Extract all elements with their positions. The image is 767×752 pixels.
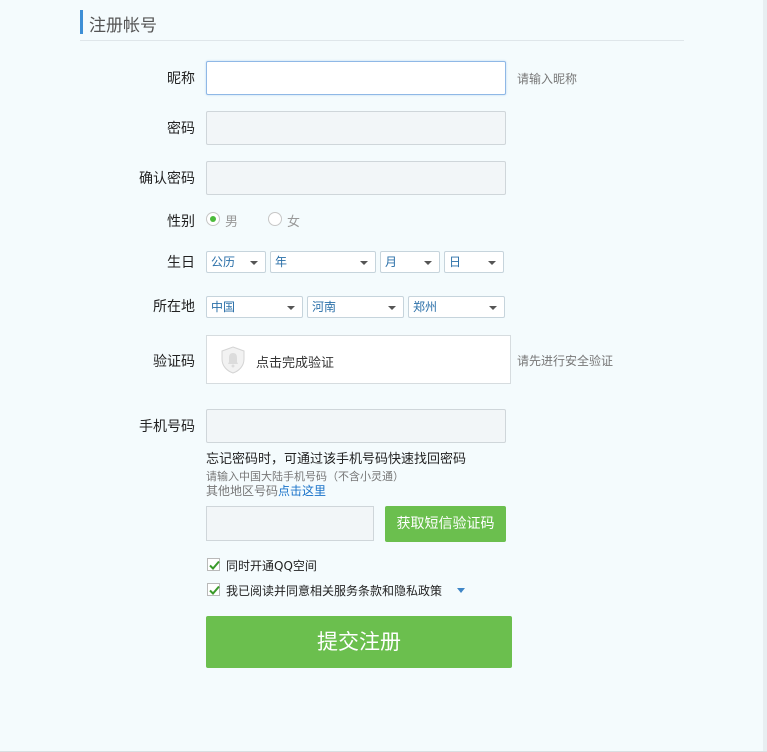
birthday-label: 生日 [167,255,195,271]
month-select[interactable]: 月 [380,251,440,273]
confirm-password-input[interactable] [206,161,506,195]
confirm-password-label: 确认密码 [139,171,195,187]
calendar-select[interactable]: 公历 [206,251,266,273]
year-select[interactable]: 年 [270,251,376,273]
location-label: 所在地 [153,299,195,315]
other-region-notice: 其他地区号码点击这里 [206,482,326,499]
agree-terms-checkbox[interactable] [207,583,220,596]
open-qzone-label[interactable]: 同时开通QQ空间 [226,557,317,574]
shield-icon [220,346,246,378]
submit-register-button[interactable]: 提交注册 [206,616,512,668]
country-select-value: 中国 [211,300,236,314]
nickname-input[interactable] [206,61,506,95]
province-select[interactable]: 河南 [307,296,404,318]
phone-label: 手机号码 [139,419,195,435]
phone-notice: 忘记密码时，可通过该手机号码快速找回密码 [206,452,467,467]
captcha-hint: 请先进行安全验证 [517,354,614,368]
city-select[interactable]: 郑州 [408,296,505,318]
captcha-label: 验证码 [153,354,195,370]
day-select-value: 日 [449,255,462,269]
nickname-label: 昵称 [167,71,195,87]
month-select-value: 月 [385,255,398,269]
day-select[interactable]: 日 [444,251,504,273]
chevron-down-icon [388,306,396,310]
gender-female-label[interactable]: 女 [287,211,300,230]
gender-female-radio[interactable] [268,212,282,226]
open-qzone-checkbox[interactable] [207,558,220,571]
gender-male-label[interactable]: 男 [225,211,238,230]
checkmark-icon [209,560,220,570]
password-label: 密码 [167,121,195,137]
checkmark-icon [209,585,220,595]
sms-code-input[interactable] [206,506,374,541]
password-input[interactable] [206,111,506,145]
captcha-verify-button[interactable]: 点击完成验证 [206,335,511,384]
get-sms-code-button[interactable]: 获取短信验证码 [385,506,506,542]
chevron-down-icon [489,306,497,310]
page-title: 注册帐号 [89,16,157,36]
chevron-down-icon [488,261,496,265]
country-select[interactable]: 中国 [206,296,303,318]
chevron-down-icon [250,261,258,265]
gender-label: 性别 [167,214,195,230]
province-select-value: 河南 [312,300,337,314]
other-region-link[interactable]: 点击这里 [278,484,326,498]
page-right-edge [763,0,767,752]
agree-terms-label[interactable]: 我已阅读并同意相关服务条款和隐私政策 [226,582,442,599]
nickname-hint: 请输入昵称 [517,72,578,86]
chevron-down-icon [360,261,368,265]
terms-dropdown-icon[interactable] [457,588,465,593]
phone-input[interactable] [206,409,506,443]
header-accent-bar [80,10,83,34]
gender-male-radio[interactable] [206,212,220,226]
year-select-value: 年 [275,255,288,269]
city-select-value: 郑州 [413,300,438,314]
page-header: 注册帐号 [80,10,684,41]
chevron-down-icon [424,261,432,265]
other-region-text: 其他地区号码 [206,484,279,498]
captcha-button-text: 点击完成验证 [256,356,335,371]
chevron-down-icon [287,306,295,310]
calendar-select-value: 公历 [211,255,236,269]
